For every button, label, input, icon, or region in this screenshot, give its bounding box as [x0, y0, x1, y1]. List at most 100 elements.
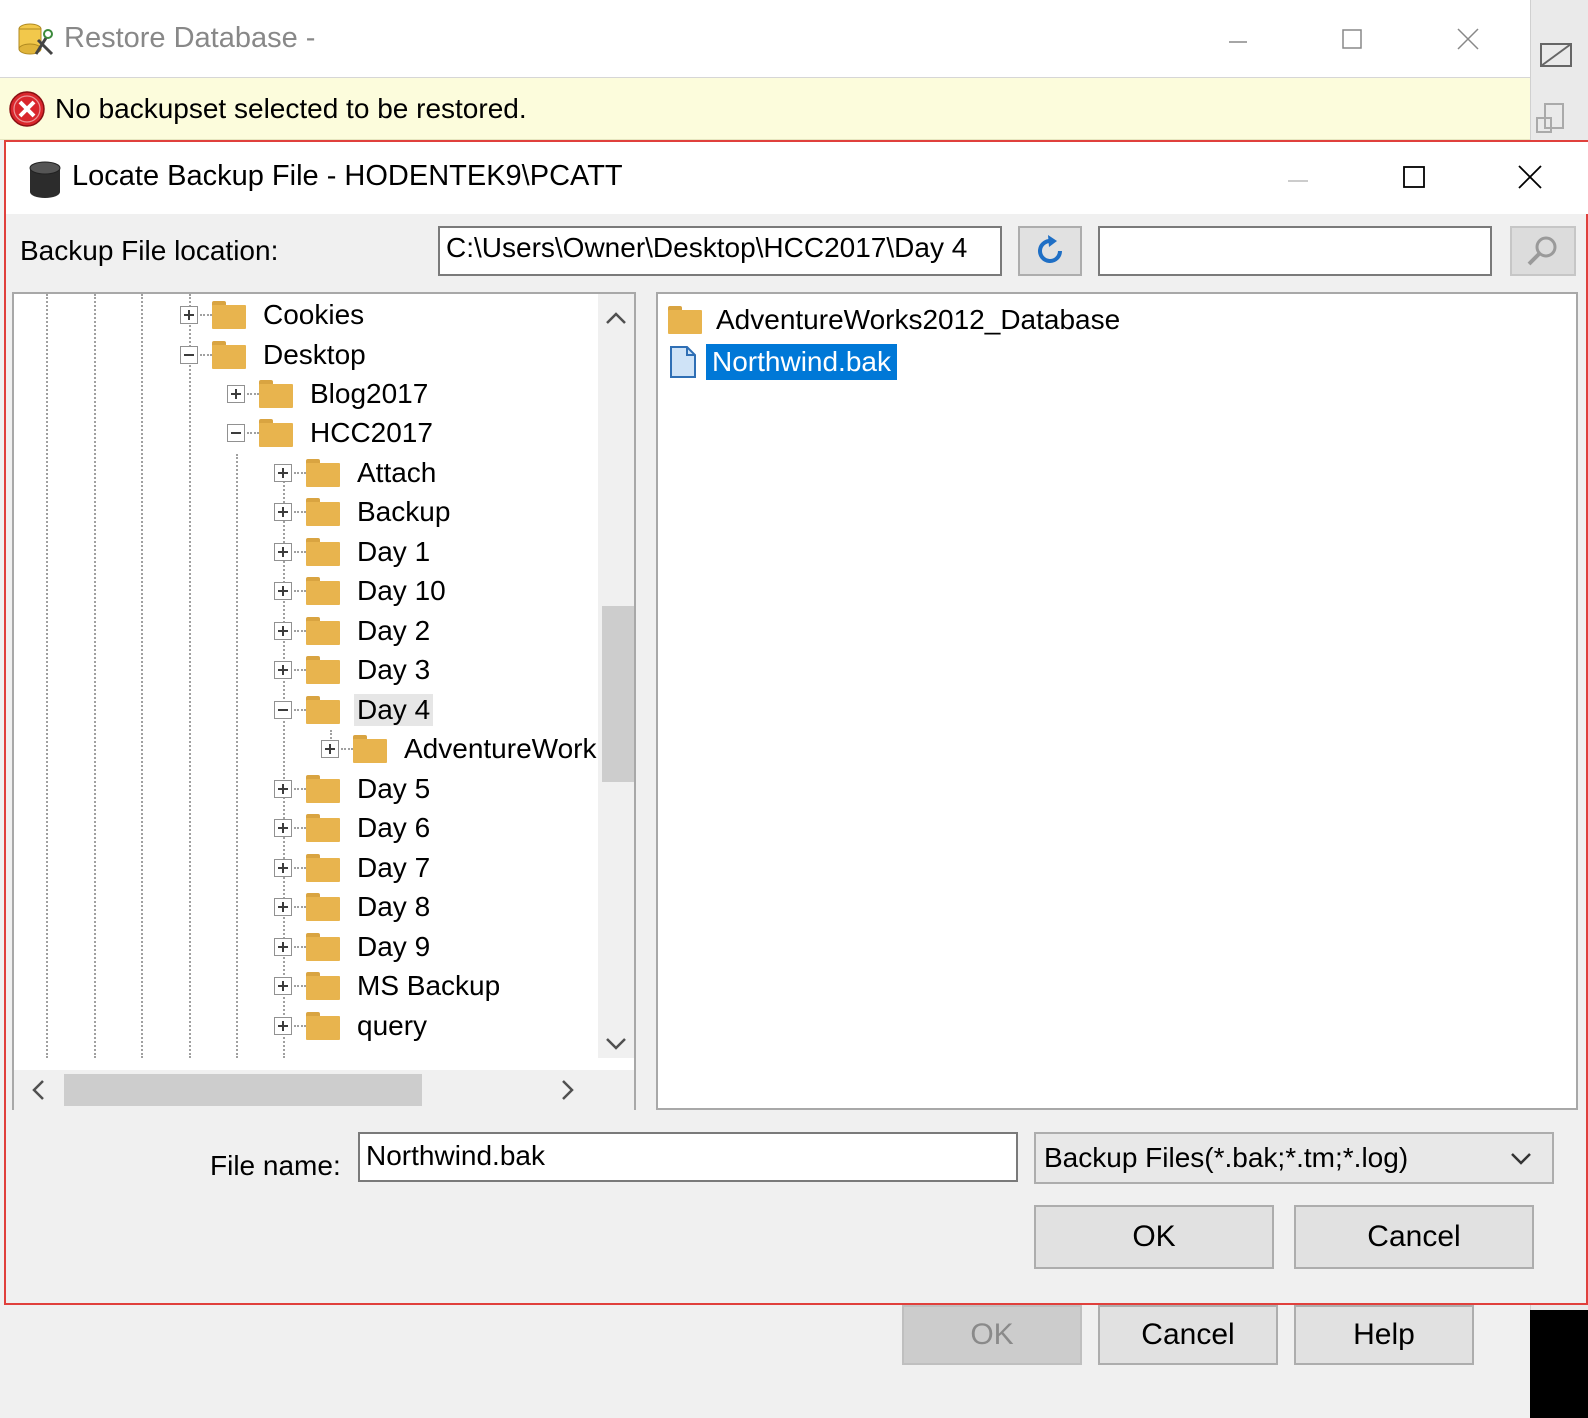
folder-icon [306, 498, 340, 526]
tree-node-adventureworks[interactable]: AdventureWork [321, 730, 599, 768]
expand-icon[interactable] [274, 464, 292, 482]
tree-guide-line [141, 294, 143, 1058]
tree-node-label: Day 10 [357, 575, 446, 606]
expand-icon[interactable] [274, 1017, 292, 1035]
scroll-down-icon[interactable] [604, 1036, 628, 1052]
expand-icon[interactable] [274, 819, 292, 837]
expand-icon[interactable] [274, 622, 292, 640]
folder-icon [306, 814, 340, 842]
tree-node-cookies[interactable]: Cookies [180, 296, 367, 334]
expand-icon[interactable] [321, 740, 339, 758]
tree-node-day-3[interactable]: Day 3 [274, 651, 433, 689]
tree-node-day-6[interactable]: Day 6 [274, 809, 433, 847]
tree-node-day-7[interactable]: Day 7 [274, 849, 433, 887]
tree-node-label: Day 1 [357, 536, 431, 567]
tree-horizontal-scroll-thumb[interactable] [64, 1074, 422, 1106]
restore-db-icon [16, 20, 56, 60]
tree-node-label: Day 9 [357, 931, 431, 962]
dialog-cancel-button[interactable]: Cancel [1294, 1205, 1534, 1269]
tree-node-day-5[interactable]: Day 5 [274, 770, 433, 808]
maximize-icon [1342, 29, 1362, 49]
search-input[interactable] [1098, 226, 1492, 276]
folder-tree[interactable]: Cookies Desktop Blog2017 HCC2017 Attach … [12, 292, 636, 1110]
file-item-northwind[interactable]: Northwind.bak [668, 342, 897, 382]
expand-icon[interactable] [274, 859, 292, 877]
tree-node-day-1[interactable]: Day 1 [274, 533, 433, 571]
folder-icon [306, 775, 340, 803]
tree-node-label: MS Backup [357, 970, 501, 1001]
tree-node-label: Blog2017 [310, 378, 429, 409]
scroll-right-icon[interactable] [560, 1078, 576, 1102]
refresh-button[interactable] [1018, 226, 1082, 276]
scroll-up-icon[interactable] [604, 310, 628, 326]
tree-node-label: Cookies [263, 299, 365, 330]
expand-icon[interactable] [274, 938, 292, 956]
restore-cancel-button[interactable]: Cancel [1098, 1305, 1278, 1365]
tree-node-ms-backup[interactable]: MS Backup [274, 967, 503, 1005]
collapse-icon[interactable] [180, 346, 198, 364]
folder-icon [306, 459, 340, 487]
tree-node-query[interactable]: query [274, 1007, 430, 1045]
dialog-minimize-button[interactable] [1268, 152, 1328, 202]
close-icon [1457, 28, 1479, 50]
maximize-button[interactable] [1322, 14, 1382, 64]
collapse-icon[interactable] [274, 701, 292, 719]
folder-icon [212, 301, 246, 329]
backup-location-field[interactable]: C:\Users\Owner\Desktop\HCC2017\Day 4 [438, 226, 1002, 276]
search-icon [1527, 236, 1557, 266]
tree-node-hcc2017[interactable]: HCC2017 [227, 414, 436, 452]
expand-icon[interactable] [180, 306, 198, 324]
tree-node-day-8[interactable]: Day 8 [274, 888, 433, 926]
file-type-select[interactable]: Backup Files(*.bak;*.tm;*.log) [1034, 1132, 1554, 1184]
scroll-left-icon[interactable] [30, 1078, 46, 1102]
expand-icon[interactable] [274, 977, 292, 995]
tree-node-attach[interactable]: Attach [274, 454, 439, 492]
file-item-folder[interactable]: AdventureWorks2012_Database [668, 300, 1126, 340]
expand-icon[interactable] [274, 898, 292, 916]
tree-node-label: Desktop [263, 339, 366, 370]
tree-node-label: HCC2017 [310, 417, 433, 448]
dark-region [1530, 1310, 1588, 1418]
folder-icon [259, 419, 293, 447]
toolbar-icon [1540, 43, 1572, 67]
minimize-button[interactable] [1208, 14, 1268, 64]
tree-node-day-10[interactable]: Day 10 [274, 572, 449, 610]
chevron-down-icon [1511, 1153, 1531, 1165]
file-item-label: Northwind.bak [706, 344, 897, 380]
folder-icon [353, 735, 387, 763]
tree-node-label: Attach [357, 457, 437, 488]
search-button[interactable] [1510, 226, 1576, 276]
folder-icon [306, 854, 340, 882]
tree-guide-line [46, 294, 48, 1058]
file-name-field[interactable]: Northwind.bak [358, 1132, 1018, 1182]
tree-node-desktop[interactable]: Desktop [180, 336, 369, 374]
expand-icon[interactable] [274, 543, 292, 561]
tree-vertical-scroll-thumb[interactable] [602, 606, 634, 782]
expand-icon[interactable] [227, 385, 245, 403]
tree-node-day-2[interactable]: Day 2 [274, 612, 433, 650]
close-button[interactable] [1438, 14, 1498, 64]
dialog-close-button[interactable] [1500, 152, 1560, 202]
folder-icon [306, 972, 340, 1000]
collapse-icon[interactable] [227, 424, 245, 442]
tree-node-blog2017[interactable]: Blog2017 [227, 375, 431, 413]
expand-icon[interactable] [274, 780, 292, 798]
expand-icon[interactable] [274, 503, 292, 521]
expand-icon[interactable] [274, 582, 292, 600]
minimize-icon [1288, 180, 1308, 182]
file-list[interactable]: AdventureWorks2012_Database Northwind.ba… [656, 292, 1578, 1110]
tree-node-label: query [357, 1010, 428, 1041]
restore-help-button[interactable]: Help [1294, 1305, 1474, 1365]
minimize-icon [1229, 41, 1247, 43]
folder-icon [212, 341, 246, 369]
tree-node-backup[interactable]: Backup [274, 493, 453, 531]
tree-node-day-4[interactable]: Day 4 [274, 691, 434, 729]
dialog-ok-button[interactable]: OK [1034, 1205, 1274, 1269]
dialog-maximize-button[interactable] [1384, 152, 1444, 202]
tree-node-label: Day 2 [357, 615, 431, 646]
tree-guide-line [94, 294, 96, 1058]
tree-node-day-9[interactable]: Day 9 [274, 928, 433, 966]
expand-icon[interactable] [274, 661, 292, 679]
restore-ok-button[interactable]: OK [902, 1305, 1082, 1365]
folder-icon [306, 577, 340, 605]
